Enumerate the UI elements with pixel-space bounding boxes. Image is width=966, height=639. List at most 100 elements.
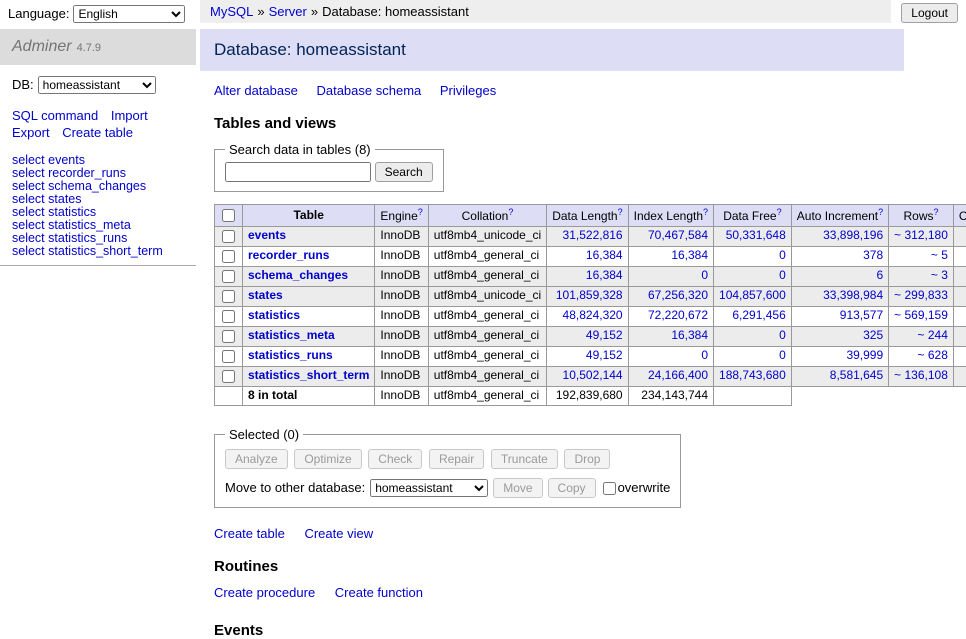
overwrite-checkbox[interactable]	[603, 482, 616, 495]
table-name-link[interactable]: statistics	[248, 308, 300, 322]
row-select-checkbox[interactable]	[222, 250, 235, 263]
rows-count-link[interactable]: ~ 244	[918, 328, 948, 342]
collation-help-link[interactable]: ?	[508, 207, 513, 217]
sidebar-table-name-link[interactable]: statistics_short_term	[48, 244, 163, 258]
data-length-link[interactable]: 49,152	[586, 328, 623, 342]
index-length-link[interactable]: 24,166,400	[648, 368, 708, 382]
auto-increment-link[interactable]: 378	[863, 248, 883, 262]
data-length-link[interactable]: 16,384	[586, 248, 623, 262]
breadcrumb-mysql-link[interactable]: MySQL	[210, 4, 253, 19]
index-length-link[interactable]: 0	[701, 348, 708, 362]
table-name-link[interactable]: statistics_meta	[248, 328, 335, 342]
index-length-link[interactable]: 0	[701, 268, 708, 282]
data-length-link[interactable]: 101,859,328	[556, 288, 623, 302]
auto-increment-help-link[interactable]: ?	[878, 207, 883, 217]
export-link[interactable]: Export	[12, 125, 50, 140]
db-select[interactable]: homeassistant	[38, 76, 156, 94]
auto-increment-link[interactable]: 913,577	[840, 308, 883, 322]
select-action-link[interactable]: select	[12, 231, 45, 245]
rows-count-link[interactable]: ~ 569,159	[894, 308, 948, 322]
data-length-link[interactable]: 16,384	[586, 268, 623, 282]
logout-button[interactable]: Logout	[901, 3, 958, 23]
table-name-link[interactable]: statistics_short_term	[248, 368, 369, 382]
engine-help-link[interactable]: ?	[418, 207, 423, 217]
data-free-link[interactable]: 50,331,648	[726, 228, 786, 242]
select-action-link[interactable]: select	[12, 218, 45, 232]
sidebar-table-name-link[interactable]: events	[48, 153, 85, 167]
create-procedure-link[interactable]: Create procedure	[214, 585, 315, 600]
database-schema-link[interactable]: Database schema	[316, 83, 421, 98]
search-button[interactable]: Search	[375, 162, 433, 182]
data-length-link[interactable]: 31,522,816	[563, 228, 623, 242]
data-free-help-link[interactable]: ?	[777, 207, 782, 217]
move-button[interactable]: Move	[493, 478, 542, 498]
select-action-link[interactable]: select	[12, 179, 45, 193]
data-free-link[interactable]: 0	[779, 328, 786, 342]
check-button[interactable]: Check	[368, 449, 422, 469]
adminer-logo[interactable]: Adminer	[12, 38, 72, 55]
rows-help-link[interactable]: ?	[934, 207, 939, 217]
sidebar-table-name-link[interactable]: recorder_runs	[48, 166, 126, 180]
data-length-link[interactable]: 10,502,144	[563, 368, 623, 382]
sidebar-table-name-link[interactable]: statistics_meta	[48, 218, 131, 232]
index-length-link[interactable]: 70,467,584	[648, 228, 708, 242]
index-length-link[interactable]: 67,256,320	[648, 288, 708, 302]
index-length-link[interactable]: 16,384	[671, 248, 708, 262]
data-free-link[interactable]: 0	[779, 248, 786, 262]
row-select-checkbox[interactable]	[222, 370, 235, 383]
index-length-link[interactable]: 72,220,672	[648, 308, 708, 322]
create-table-link-sidebar[interactable]: Create table	[62, 125, 133, 140]
row-select-checkbox[interactable]	[222, 350, 235, 363]
table-name-link[interactable]: states	[248, 288, 283, 302]
rows-count-link[interactable]: ~ 136,108	[894, 368, 948, 382]
select-action-link[interactable]: select	[12, 153, 45, 167]
table-name-link[interactable]: recorder_runs	[248, 248, 329, 262]
table-name-link[interactable]: schema_changes	[248, 268, 348, 282]
row-select-checkbox[interactable]	[222, 270, 235, 283]
data-free-link[interactable]: 0	[779, 348, 786, 362]
analyze-button[interactable]: Analyze	[225, 449, 288, 469]
auto-increment-link[interactable]: 39,999	[846, 348, 883, 362]
sidebar-table-name-link[interactable]: states	[48, 192, 81, 206]
data-free-link[interactable]: 6,291,456	[732, 308, 785, 322]
sql-command-link[interactable]: SQL command	[12, 108, 98, 123]
auto-increment-link[interactable]: 33,898,196	[823, 228, 883, 242]
row-select-checkbox[interactable]	[222, 230, 235, 243]
rows-count-link[interactable]: ~ 312,180	[894, 228, 948, 242]
rows-count-link[interactable]: ~ 628	[918, 348, 948, 362]
table-name-link[interactable]: statistics_runs	[248, 348, 333, 362]
row-select-checkbox[interactable]	[222, 310, 235, 323]
select-action-link[interactable]: select	[12, 192, 45, 206]
create-view-link[interactable]: Create view	[304, 526, 373, 541]
import-link[interactable]: Import	[111, 108, 148, 123]
auto-increment-link[interactable]: 33,398,984	[823, 288, 883, 302]
row-select-checkbox[interactable]	[222, 330, 235, 343]
data-length-help-link[interactable]: ?	[618, 207, 623, 217]
data-length-link[interactable]: 49,152	[586, 348, 623, 362]
language-select[interactable]: English	[73, 5, 185, 23]
rows-count-link[interactable]: ~ 3	[931, 268, 948, 282]
search-input[interactable]	[225, 162, 371, 182]
repair-button[interactable]: Repair	[429, 449, 484, 469]
data-free-link[interactable]: 0	[779, 268, 786, 282]
sidebar-table-name-link[interactable]: statistics	[48, 205, 96, 219]
breadcrumb-server-link[interactable]: Server	[269, 4, 307, 19]
create-function-link[interactable]: Create function	[335, 585, 423, 600]
truncate-button[interactable]: Truncate	[491, 449, 558, 469]
create-table-link[interactable]: Create table	[214, 526, 285, 541]
copy-button[interactable]: Copy	[548, 478, 596, 498]
auto-increment-link[interactable]: 8,581,645	[830, 368, 883, 382]
rows-count-link[interactable]: ~ 299,833	[894, 288, 948, 302]
index-length-link[interactable]: 16,384	[671, 328, 708, 342]
rows-count-link[interactable]: ~ 5	[931, 248, 948, 262]
data-free-link[interactable]: 104,857,600	[719, 288, 786, 302]
data-length-link[interactable]: 48,824,320	[563, 308, 623, 322]
drop-button[interactable]: Drop	[564, 449, 610, 469]
row-select-checkbox[interactable]	[222, 290, 235, 303]
sidebar-table-name-link[interactable]: schema_changes	[48, 179, 146, 193]
optimize-button[interactable]: Optimize	[294, 449, 361, 469]
select-action-link[interactable]: select	[12, 166, 45, 180]
select-action-link[interactable]: select	[12, 244, 45, 258]
select-all-checkbox[interactable]	[222, 209, 235, 222]
auto-increment-link[interactable]: 325	[863, 328, 883, 342]
